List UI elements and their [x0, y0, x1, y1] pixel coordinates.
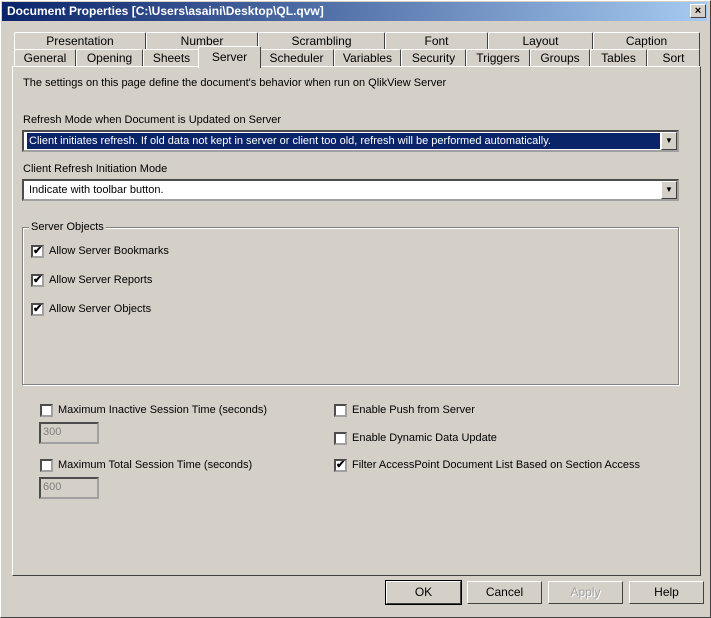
tab-opening[interactable]: Opening [76, 49, 143, 67]
enable-dynamic-update-label: Enable Dynamic Data Update [352, 432, 497, 444]
max-inactive-session-input[interactable]: 300 [39, 422, 99, 444]
apply-button[interactable]: Apply [548, 581, 623, 604]
chevron-down-icon[interactable]: ▼ [661, 132, 677, 150]
client-refresh-dropdown[interactable]: Indicate with toolbar button. ▼ [22, 179, 679, 201]
allow-server-bookmarks-checkbox[interactable]: ✔ [31, 245, 44, 258]
ok-button[interactable]: OK [385, 580, 462, 605]
tab-groups[interactable]: Groups [530, 49, 590, 67]
allow-server-reports-checkbox[interactable]: ✔ [31, 274, 44, 287]
max-inactive-session-label: Maximum Inactive Session Time (seconds) [58, 404, 268, 416]
tab-scheduler[interactable]: Scheduler [259, 49, 334, 67]
allow-server-reports-label: Allow Server Reports [49, 274, 153, 286]
client-refresh-label: Client Refresh Initiation Mode [23, 163, 168, 175]
max-total-session-label: Maximum Total Session Time (seconds) [58, 459, 253, 471]
max-total-session-checkbox[interactable] [40, 459, 53, 472]
tab-presentation[interactable]: Presentation [14, 32, 146, 50]
max-total-session-input[interactable]: 600 [39, 477, 99, 499]
allow-server-objects-label: Allow Server Objects [49, 303, 152, 315]
enable-dynamic-update-checkbox[interactable] [334, 432, 347, 445]
refresh-mode-label: Refresh Mode when Document is Updated on… [23, 114, 282, 126]
filter-accesspoint-checkbox[interactable]: ✔ [334, 459, 347, 472]
tab-tables[interactable]: Tables [590, 49, 647, 67]
filter-accesspoint-label: Filter AccessPoint Document List Based o… [352, 459, 640, 471]
close-button[interactable]: × [690, 4, 706, 18]
enable-push-label: Enable Push from Server [352, 404, 475, 416]
tab-sheets[interactable]: Sheets [143, 49, 200, 67]
max-inactive-session-checkbox[interactable] [40, 404, 53, 417]
allow-server-objects-checkbox[interactable]: ✔ [31, 303, 44, 316]
refresh-mode-dropdown[interactable]: Client initiates refresh. If old data no… [22, 130, 679, 152]
title-bar: Document Properties [C:\Users\asaini\Des… [2, 2, 707, 21]
tab-server[interactable]: Server [198, 46, 261, 68]
client-refresh-value: Indicate with toolbar button. [29, 184, 164, 196]
page-description: The settings on this page define the doc… [23, 77, 447, 89]
tab-triggers[interactable]: Triggers [466, 49, 530, 67]
server-objects-title: Server Objects [29, 221, 106, 233]
cancel-button[interactable]: Cancel [467, 581, 542, 604]
tab-caption[interactable]: Caption [593, 32, 700, 50]
enable-push-checkbox[interactable] [334, 404, 347, 417]
tab-layout[interactable]: Layout [488, 32, 593, 50]
help-button[interactable]: Help [629, 581, 704, 604]
tab-sort[interactable]: Sort [647, 49, 700, 67]
tab-font[interactable]: Font [385, 32, 488, 50]
allow-server-bookmarks-label: Allow Server Bookmarks [49, 245, 169, 257]
refresh-mode-value: Client initiates refresh. If old data no… [26, 132, 661, 150]
chevron-down-icon[interactable]: ▼ [661, 181, 677, 199]
tab-security[interactable]: Security [401, 49, 466, 67]
tab-variables[interactable]: Variables [334, 49, 401, 67]
tab-scrambling[interactable]: Scrambling [258, 32, 385, 50]
tab-general[interactable]: General [14, 49, 76, 67]
